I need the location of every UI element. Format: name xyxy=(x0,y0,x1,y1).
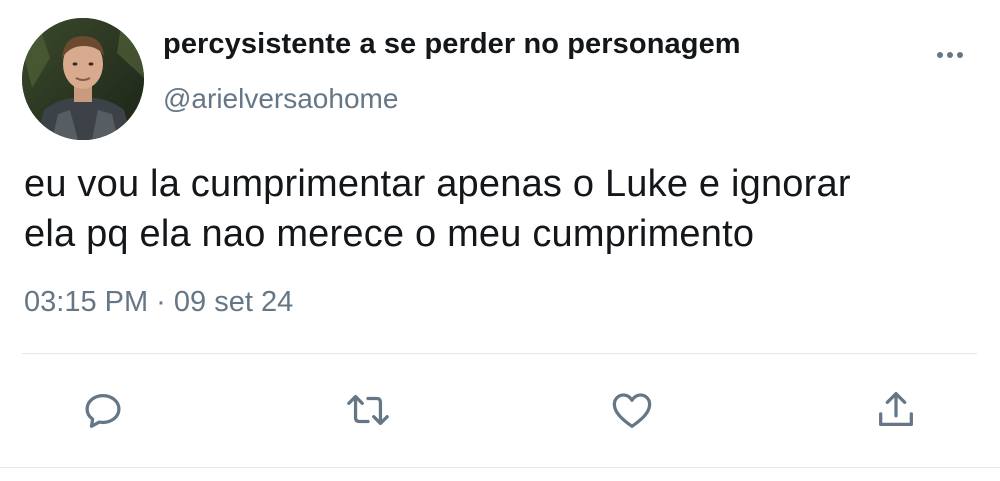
tweet-timestamp[interactable]: 03:15 PM · 09 set 24 xyxy=(24,286,293,319)
divider xyxy=(0,467,1000,468)
avatar-photo xyxy=(22,18,144,140)
display-name[interactable]: percysistente a se perder no personagem xyxy=(163,28,741,61)
reply-button[interactable] xyxy=(78,385,128,435)
like-button[interactable] xyxy=(607,385,657,435)
share-icon xyxy=(879,392,913,427)
action-bar xyxy=(0,385,1000,435)
tweet-text-line: ela pq ela nao merece o meu cumprimento xyxy=(24,213,755,255)
user-handle[interactable]: @arielversaohome xyxy=(163,83,398,115)
reply-icon xyxy=(85,393,121,428)
retweet-button[interactable] xyxy=(343,385,393,435)
tweet-card: percysistente a se perder no personagem … xyxy=(0,0,1000,481)
retweet-icon xyxy=(347,394,389,426)
tweet-text-line: eu vou la cumprimentar apenas o Luke e i… xyxy=(24,163,851,205)
more-options-icon[interactable] xyxy=(930,40,970,70)
tweet-text: eu vou la cumprimentar apenas o Luke e i… xyxy=(24,159,984,259)
like-icon xyxy=(612,393,652,428)
share-button[interactable] xyxy=(871,385,921,435)
avatar[interactable] xyxy=(22,18,144,140)
divider xyxy=(22,353,977,354)
